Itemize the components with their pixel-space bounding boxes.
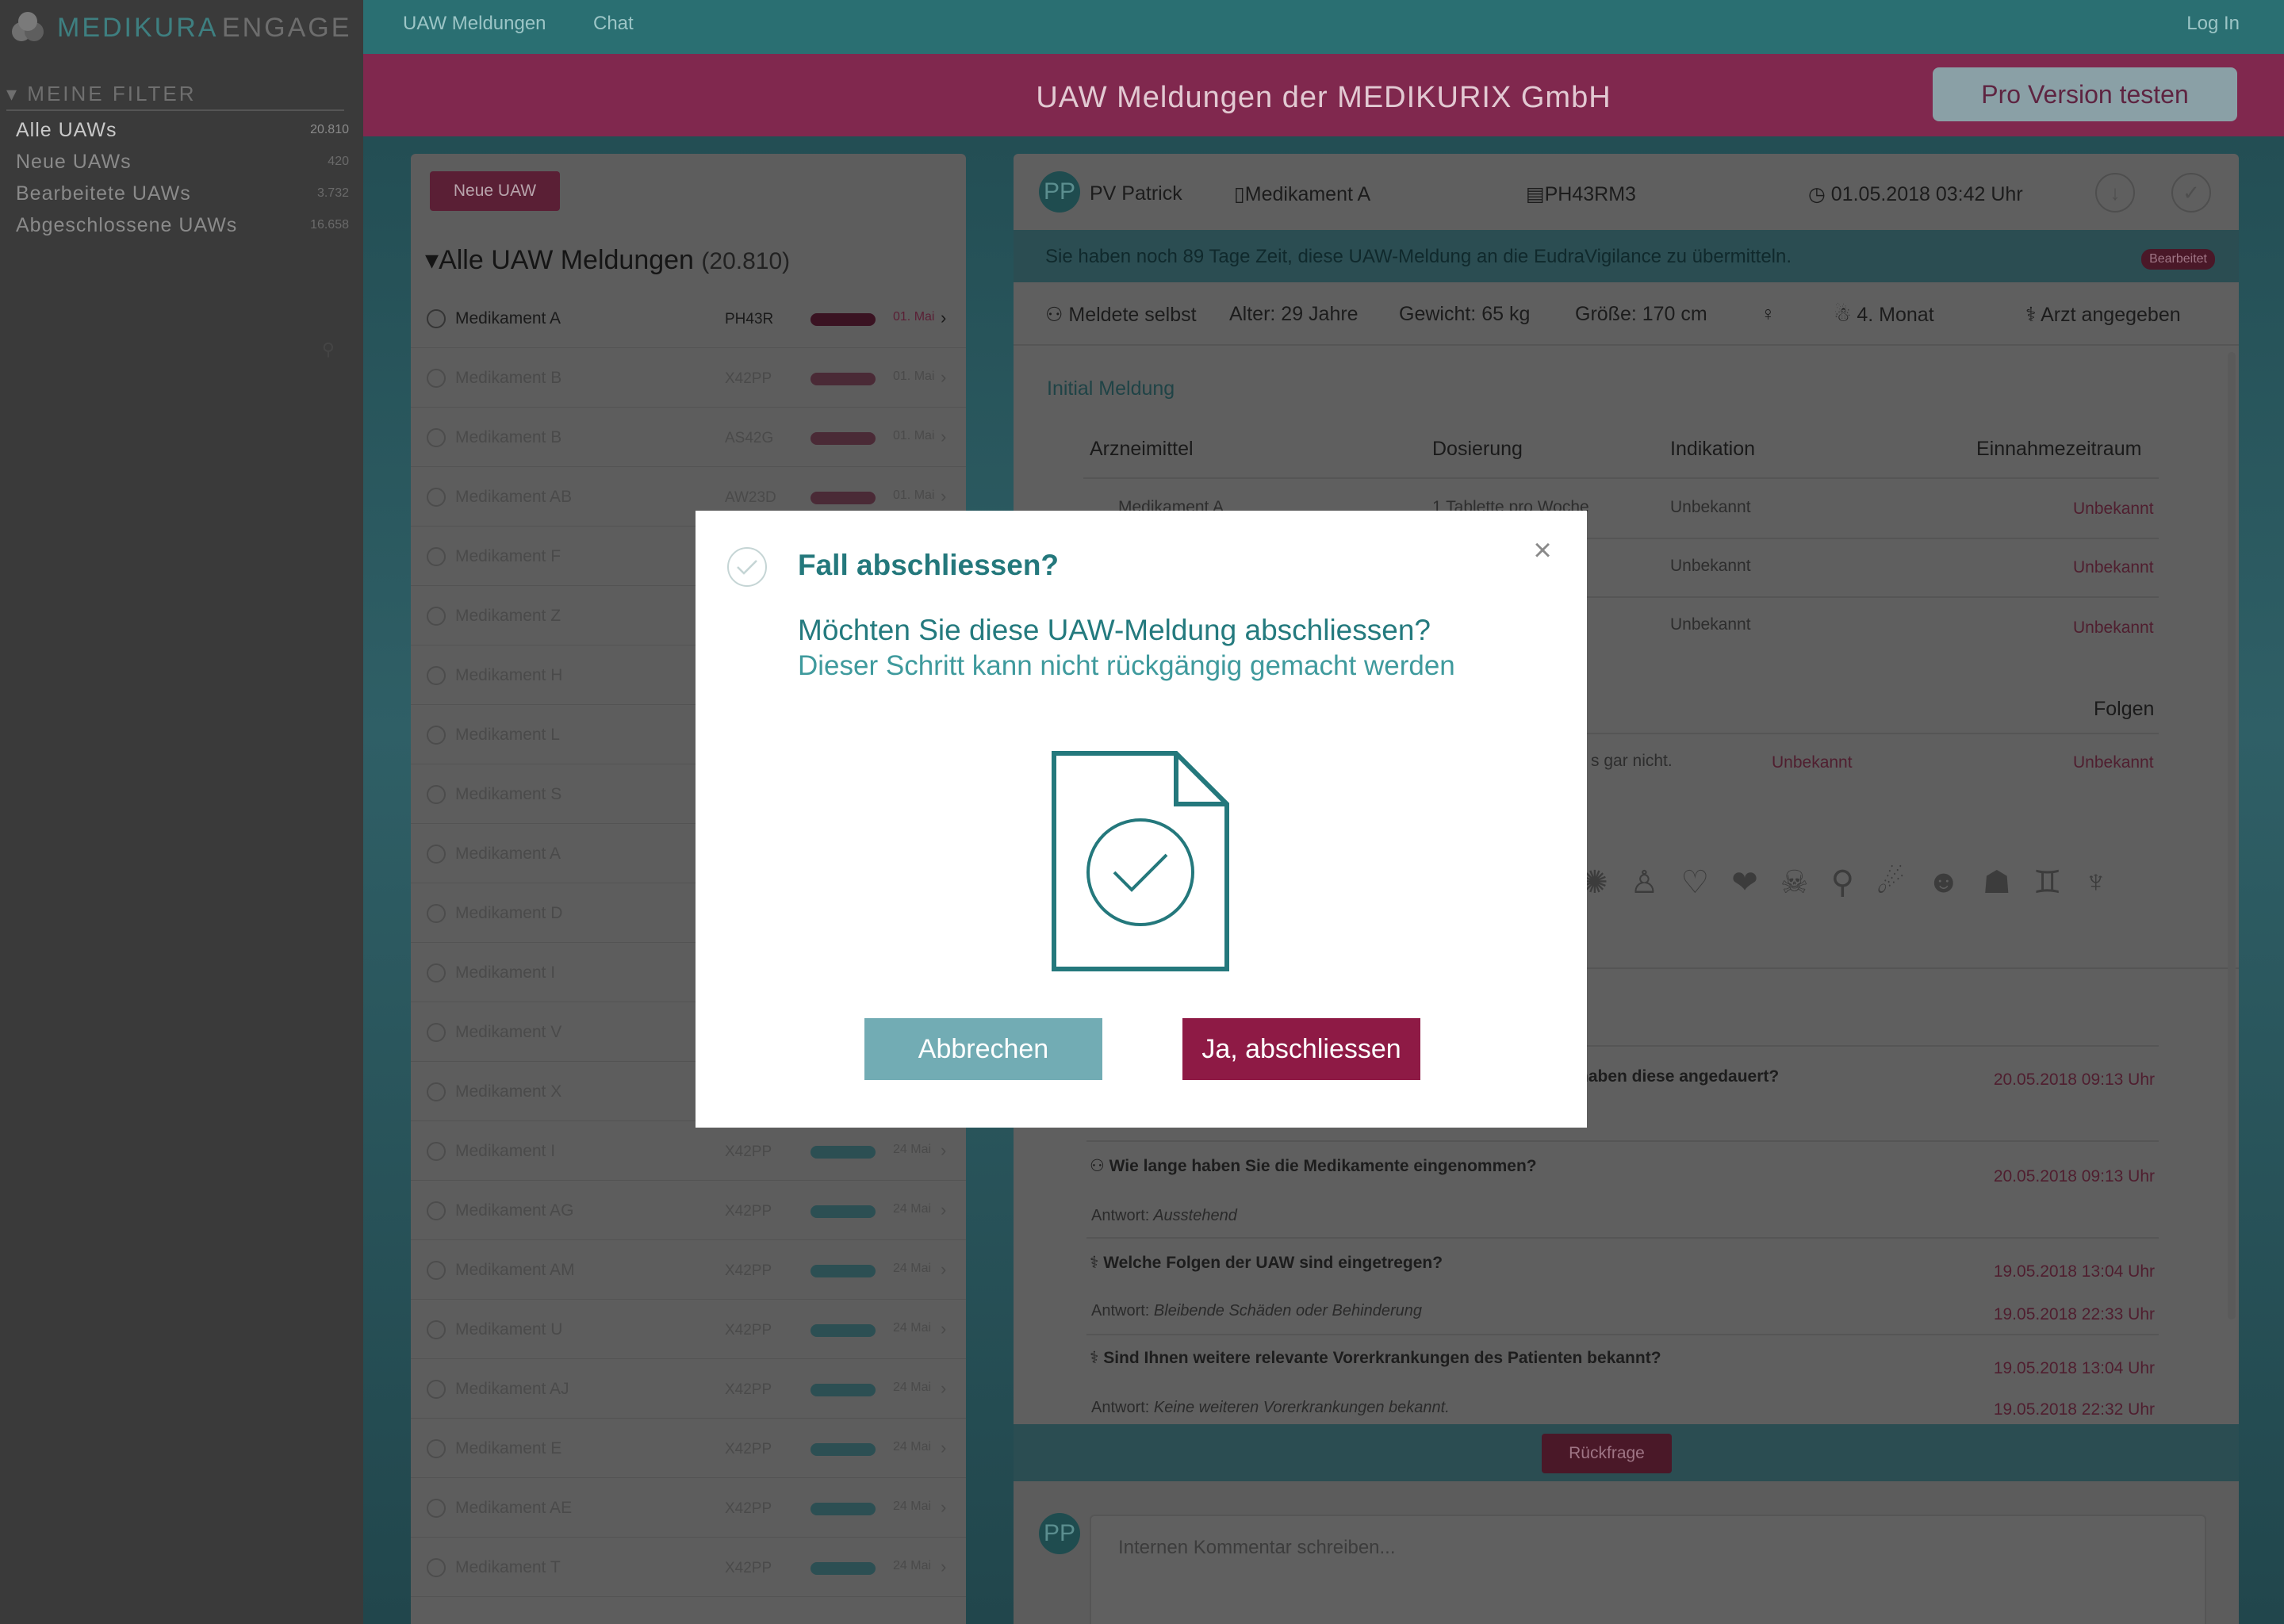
cancel-button[interactable]: Abbrechen xyxy=(864,1018,1102,1080)
dialog-title: Fall abschliessen? xyxy=(798,549,1060,581)
confirm-close-button[interactable]: Ja, abschliessen xyxy=(1182,1018,1420,1080)
close-case-dialog: Fall abschliessen? × Möchten Sie diese U… xyxy=(696,511,1587,1128)
dialog-question: Möchten Sie diese UAW-Meldung abschliess… xyxy=(798,614,1431,646)
document-check-icon xyxy=(1052,751,1229,971)
dialog-subtitle: Dieser Schritt kann nicht rückgängig gem… xyxy=(798,650,1455,681)
check-circle-icon xyxy=(727,547,767,587)
modal-overlay: Fall abschliessen? × Möchten Sie diese U… xyxy=(0,0,2284,1624)
close-icon[interactable]: × xyxy=(1527,534,1558,566)
